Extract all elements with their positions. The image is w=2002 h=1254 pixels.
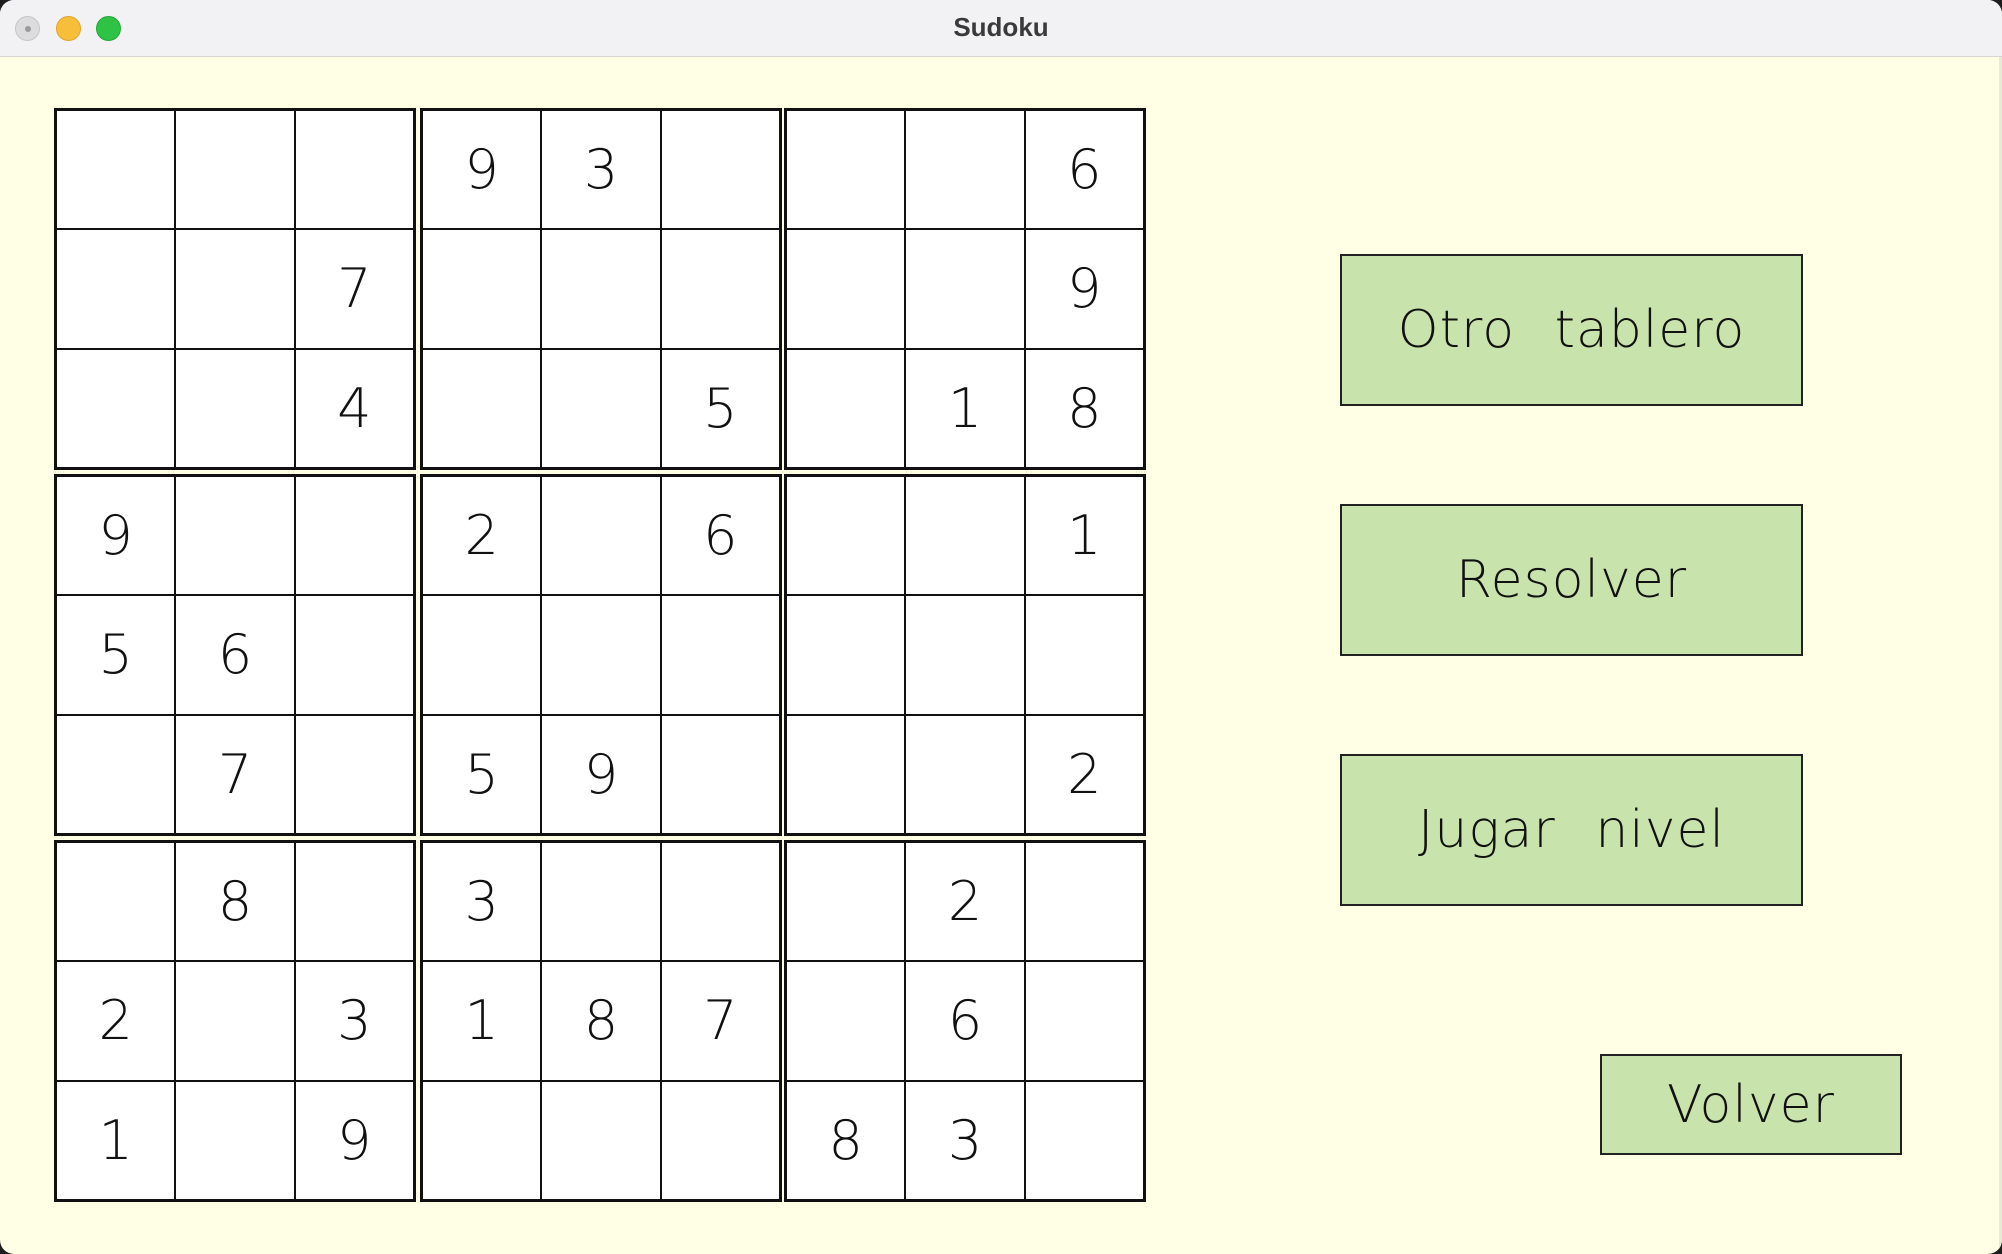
sudoku-cell[interactable] (175, 110, 295, 230)
sudoku-block: 9 3 5 (420, 108, 782, 470)
sudoku-cell[interactable] (541, 348, 661, 468)
sudoku-cell[interactable] (660, 110, 780, 230)
sudoku-block: 8 2 3 1 9 (54, 840, 416, 1202)
sudoku-cell[interactable] (175, 348, 295, 468)
sudoku-block: 2 6 8 3 (784, 840, 1146, 1202)
sudoku-block: 9 5 6 7 (54, 474, 416, 836)
sudoku-cell[interactable] (1024, 1080, 1144, 1200)
otro-tablero-button[interactable]: Otro tablero (1340, 254, 1803, 406)
sudoku-cell[interactable]: 2 (56, 961, 176, 1081)
sudoku-cell[interactable]: 9 (56, 476, 176, 596)
sudoku-cell[interactable] (905, 229, 1025, 349)
sudoku-cell[interactable] (905, 110, 1025, 230)
sudoku-cell[interactable] (422, 1080, 542, 1200)
sudoku-cell[interactable] (786, 348, 906, 468)
sudoku-cell[interactable]: 1 (1024, 476, 1144, 596)
sudoku-cell[interactable] (541, 229, 661, 349)
sudoku-cell[interactable] (786, 229, 906, 349)
sudoku-cell[interactable] (294, 476, 414, 596)
sudoku-cell[interactable] (786, 714, 906, 834)
sudoku-cell[interactable] (1024, 595, 1144, 715)
sudoku-block: 1 2 (784, 474, 1146, 836)
window-title: Sudoku (953, 12, 1049, 42)
sudoku-cell[interactable] (660, 595, 780, 715)
sudoku-cell[interactable] (175, 476, 295, 596)
sudoku-cell[interactable]: 9 (1024, 229, 1144, 349)
sudoku-board: 7 4 9 3 5 6 9 1 8 9 5 6 7 2 6 5 9 1 2 8 … (54, 108, 1148, 1202)
sudoku-cell[interactable]: 7 (175, 714, 295, 834)
sudoku-cell[interactable] (294, 842, 414, 962)
sudoku-cell[interactable] (294, 714, 414, 834)
sudoku-cell[interactable] (422, 348, 542, 468)
sudoku-cell[interactable]: 3 (422, 842, 542, 962)
sudoku-cell[interactable] (541, 476, 661, 596)
sudoku-cell[interactable] (541, 842, 661, 962)
jugar-nivel-button[interactable]: Jugar nivel (1340, 754, 1803, 906)
sudoku-cell[interactable]: 5 (660, 348, 780, 468)
resolver-button[interactable]: Resolver (1340, 504, 1803, 656)
sudoku-cell[interactable] (56, 714, 176, 834)
sudoku-cell[interactable]: 4 (294, 348, 414, 468)
sudoku-cell[interactable]: 6 (1024, 110, 1144, 230)
sudoku-cell[interactable] (1024, 961, 1144, 1081)
sudoku-cell[interactable] (905, 595, 1025, 715)
volver-button[interactable]: Volver (1600, 1054, 1902, 1155)
title-bar: Sudoku (0, 0, 2002, 57)
sudoku-cell[interactable]: 8 (175, 842, 295, 962)
sudoku-cell[interactable] (786, 110, 906, 230)
sudoku-cell[interactable] (56, 348, 176, 468)
main-content: 7 4 9 3 5 6 9 1 8 9 5 6 7 2 6 5 9 1 2 8 … (0, 57, 2002, 1254)
sudoku-cell[interactable] (660, 1080, 780, 1200)
sudoku-cell[interactable]: 9 (294, 1080, 414, 1200)
sudoku-cell[interactable] (660, 229, 780, 349)
sudoku-cell[interactable]: 1 (56, 1080, 176, 1200)
sudoku-cell[interactable] (786, 476, 906, 596)
sudoku-block: 2 6 5 9 (420, 474, 782, 836)
sudoku-cell[interactable] (905, 476, 1025, 596)
sudoku-cell[interactable] (56, 842, 176, 962)
sudoku-block: 6 9 1 8 (784, 108, 1146, 470)
sudoku-cell[interactable] (422, 229, 542, 349)
sudoku-cell[interactable] (660, 714, 780, 834)
sudoku-cell[interactable] (660, 842, 780, 962)
sudoku-cell[interactable]: 8 (1024, 348, 1144, 468)
sudoku-cell[interactable]: 2 (1024, 714, 1144, 834)
sudoku-cell[interactable]: 7 (294, 229, 414, 349)
sudoku-cell[interactable]: 6 (905, 961, 1025, 1081)
sudoku-cell[interactable]: 9 (541, 714, 661, 834)
sudoku-cell[interactable] (294, 110, 414, 230)
sudoku-cell[interactable] (1024, 842, 1144, 962)
sudoku-cell[interactable]: 6 (660, 476, 780, 596)
sudoku-cell[interactable] (175, 1080, 295, 1200)
sudoku-cell[interactable] (294, 595, 414, 715)
sudoku-cell[interactable] (541, 595, 661, 715)
sudoku-cell[interactable]: 1 (905, 348, 1025, 468)
sudoku-cell[interactable] (905, 714, 1025, 834)
sudoku-cell[interactable] (56, 229, 176, 349)
sudoku-cell[interactable]: 7 (660, 961, 780, 1081)
sudoku-cell[interactable]: 3 (905, 1080, 1025, 1200)
sudoku-cell[interactable]: 9 (422, 110, 542, 230)
sudoku-cell[interactable]: 3 (541, 110, 661, 230)
sudoku-cell[interactable]: 3 (294, 961, 414, 1081)
sudoku-cell[interactable] (786, 595, 906, 715)
sudoku-cell[interactable] (56, 110, 176, 230)
sudoku-cell[interactable]: 8 (786, 1080, 906, 1200)
sudoku-cell[interactable] (422, 595, 542, 715)
sudoku-cell[interactable] (786, 842, 906, 962)
sudoku-block: 3 1 8 7 (420, 840, 782, 1202)
sudoku-cell[interactable]: 5 (56, 595, 176, 715)
sudoku-cell[interactable] (175, 229, 295, 349)
app-window: Sudoku 7 4 9 3 5 6 9 1 8 9 5 6 7 2 6 5 9… (0, 0, 2002, 1254)
sudoku-cell[interactable] (541, 1080, 661, 1200)
sudoku-cell[interactable]: 2 (905, 842, 1025, 962)
sudoku-cell[interactable]: 6 (175, 595, 295, 715)
sudoku-cell[interactable] (175, 961, 295, 1081)
sudoku-cell[interactable] (786, 961, 906, 1081)
sudoku-cell[interactable]: 1 (422, 961, 542, 1081)
sudoku-cell[interactable]: 2 (422, 476, 542, 596)
sudoku-cell[interactable]: 8 (541, 961, 661, 1081)
sudoku-block: 7 4 (54, 108, 416, 470)
sudoku-cell[interactable]: 5 (422, 714, 542, 834)
